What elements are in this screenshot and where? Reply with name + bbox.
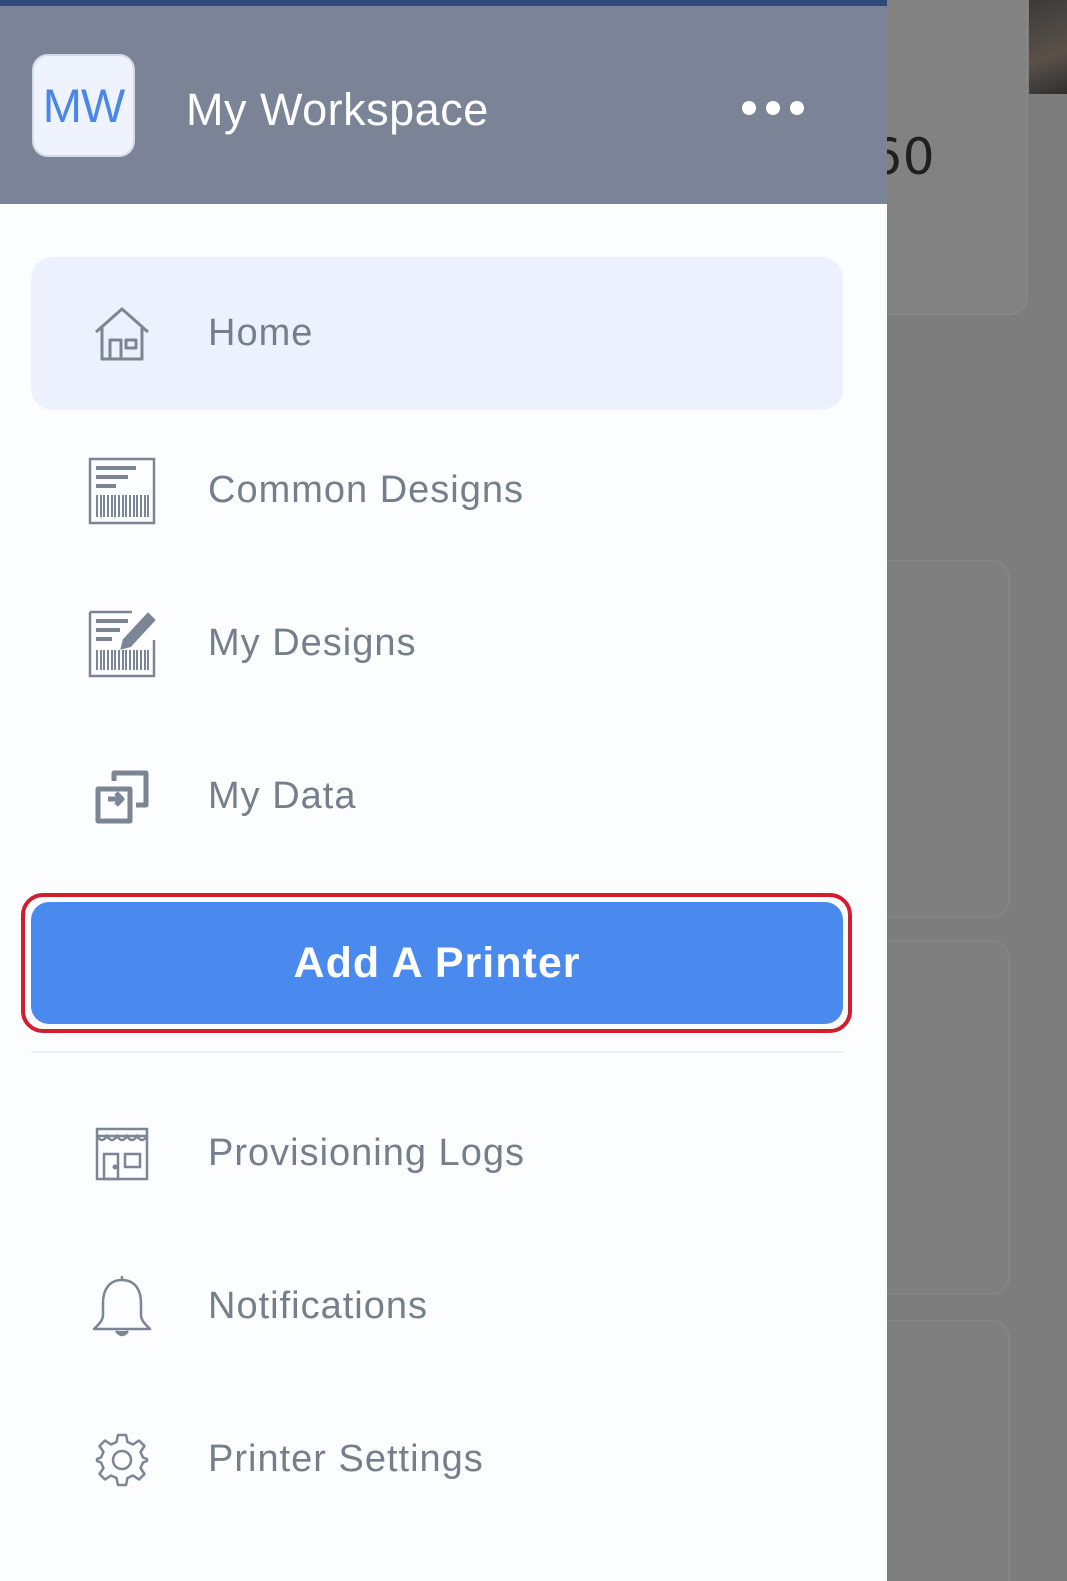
nav-item-label: My Designs [208,622,417,664]
home-icon [87,299,157,369]
nav-item-label: Common Designs [208,469,524,511]
nav-item-label: Printer Settings [208,1438,484,1480]
nav-item-my-designs[interactable]: My Designs [31,567,843,720]
nav-item-label: Provisioning Logs [208,1132,525,1174]
nav-item-provisioning-logs[interactable]: Provisioning Logs [31,1077,843,1230]
workspace-avatar[interactable]: MW [32,54,135,157]
nav-item-common-designs[interactable]: Common Designs [31,414,843,567]
drawer-header: MW My Workspace [0,6,887,204]
workspace-title[interactable]: My Workspace [186,84,489,136]
gear-icon [87,1425,157,1495]
nav-item-my-data[interactable]: My Data [31,720,843,873]
navigation-drawer: MW My Workspace Home Common Designs My D… [0,0,887,1581]
background-thumbnail [1029,0,1067,94]
nav-item-notifications[interactable]: Notifications [31,1230,843,1383]
divider [31,1051,843,1053]
storefront-icon [87,1119,157,1189]
add-printer-button[interactable]: Add A Printer [31,902,843,1024]
nav-item-label: Home [208,312,314,354]
barcode-edit-icon [87,609,157,679]
more-horizontal-icon[interactable] [742,96,804,120]
bell-icon [87,1272,157,1342]
nav-item-home[interactable]: Home [31,257,843,410]
nav-item-label: Notifications [208,1285,428,1327]
nav-item-printer-settings[interactable]: Printer Settings [31,1383,843,1536]
nav-item-label: My Data [208,775,357,817]
barcode-label-icon [87,456,157,526]
data-sync-icon [87,762,157,832]
